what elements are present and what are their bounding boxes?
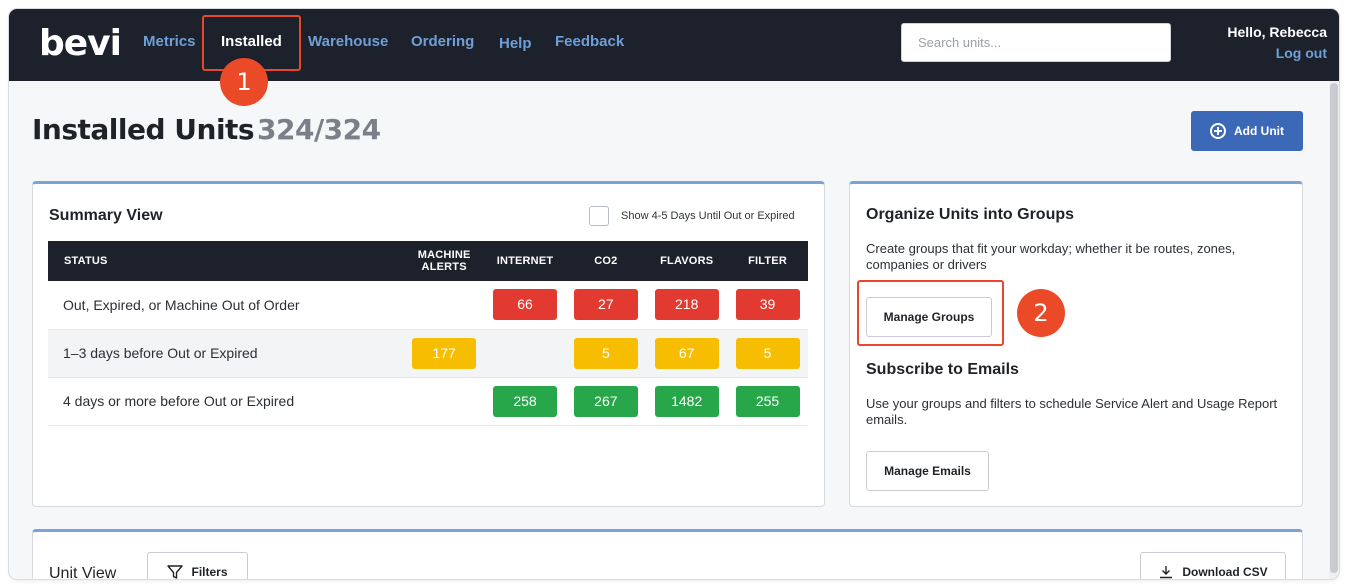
show-4-5-days-label: Show 4-5 Days Until Out or Expired — [621, 210, 795, 222]
row-label: 1–3 days before Out or Expired — [48, 329, 404, 378]
table-row: 1–3 days before Out or Expired 177 5 67 … — [48, 329, 808, 378]
download-icon — [1160, 566, 1173, 579]
logout-link[interactable]: Log out — [1276, 45, 1327, 61]
step-badge-2: 2 — [1017, 289, 1065, 337]
filters-label: Filters — [191, 565, 228, 579]
summary-table: STATUS MACHINE ALERTS INTERNET CO2 FLAVO… — [48, 241, 808, 426]
count-pill[interactable]: 27 — [573, 289, 638, 321]
nav-link-ordering[interactable]: Ordering — [411, 33, 474, 50]
app-window: bevi Metrics Installed Warehouse Orderin… — [9, 9, 1339, 579]
add-unit-label: Add Unit — [1234, 124, 1284, 138]
count-pill[interactable]: 267 — [573, 385, 638, 417]
filter-icon — [167, 565, 184, 579]
download-csv-button[interactable]: Download CSV — [1140, 552, 1286, 579]
count-pill[interactable]: 67 — [654, 337, 719, 369]
count-pill[interactable]: 66 — [493, 289, 557, 321]
groups-title: Organize Units into Groups — [866, 206, 1075, 223]
show-4-5-days-toggle[interactable]: Show 4-5 Days Until Out or Expired — [589, 206, 795, 226]
manage-emails-button[interactable]: Manage Emails — [866, 451, 989, 491]
bevi-logo[interactable]: bevi — [39, 23, 122, 64]
count-pill[interactable]: 5 — [735, 337, 800, 369]
page-scrollbar[interactable] — [1329, 81, 1339, 579]
nav-link-warehouse[interactable]: Warehouse — [308, 33, 388, 50]
col-co2: CO2 — [565, 241, 647, 281]
nav-link-metrics[interactable]: Metrics — [143, 33, 196, 50]
col-flavors: FLAVORS — [646, 241, 728, 281]
user-greeting: Hello, Rebecca — [1227, 24, 1327, 40]
cell-empty — [484, 329, 566, 378]
summary-header-row: STATUS MACHINE ALERTS INTERNET CO2 FLAVO… — [48, 241, 808, 281]
nav-link-help[interactable]: Help — [499, 35, 532, 52]
subscribe-description: Use your groups and filters to schedule … — [866, 396, 1278, 427]
count-pill[interactable]: 218 — [654, 289, 719, 321]
nav-link-feedback[interactable]: Feedback — [555, 33, 624, 50]
unit-count: 324/324 — [257, 113, 381, 146]
col-status: STATUS — [48, 241, 404, 281]
filters-button[interactable]: Filters — [147, 552, 248, 579]
groups-description: Create groups that fit your workday; whe… — [866, 241, 1236, 272]
col-internet: INTERNET — [484, 241, 566, 281]
page-title: Installed Units — [32, 113, 255, 146]
search-input[interactable] — [901, 23, 1171, 62]
step-badge-1: 1 — [220, 58, 268, 106]
cell-empty — [403, 281, 485, 330]
count-pill[interactable]: 255 — [735, 385, 800, 417]
count-pill[interactable]: 177 — [412, 337, 477, 369]
unit-view-card: Unit View Filters Download CSV — [32, 529, 1303, 579]
count-pill[interactable]: 5 — [573, 337, 638, 369]
plus-circle-icon — [1210, 123, 1226, 139]
download-csv-label: Download CSV — [1182, 565, 1268, 579]
count-pill[interactable]: 39 — [735, 289, 800, 321]
cell-empty — [403, 377, 485, 426]
count-pill[interactable]: 258 — [493, 385, 557, 417]
col-machine-alerts: MACHINE ALERTS — [403, 241, 485, 281]
table-row: Out, Expired, or Machine Out of Order 66… — [48, 281, 808, 330]
table-row: 4 days or more before Out or Expired 258… — [48, 377, 808, 426]
summary-card: Summary View Show 4-5 Days Until Out or … — [32, 181, 825, 507]
subscribe-title: Subscribe to Emails — [866, 361, 1019, 378]
show-4-5-days-checkbox[interactable] — [589, 206, 609, 226]
count-pill[interactable]: 1482 — [654, 385, 719, 417]
col-filter: FILTER — [727, 241, 808, 281]
summary-title: Summary View — [49, 207, 163, 224]
row-label: Out, Expired, or Machine Out of Order — [48, 281, 404, 330]
add-unit-button[interactable]: Add Unit — [1191, 111, 1303, 151]
row-label: 4 days or more before Out or Expired — [48, 377, 404, 426]
unit-view-title: Unit View — [49, 565, 117, 579]
highlight-manage-groups — [857, 280, 1004, 346]
scrollbar-thumb[interactable] — [1330, 83, 1338, 573]
